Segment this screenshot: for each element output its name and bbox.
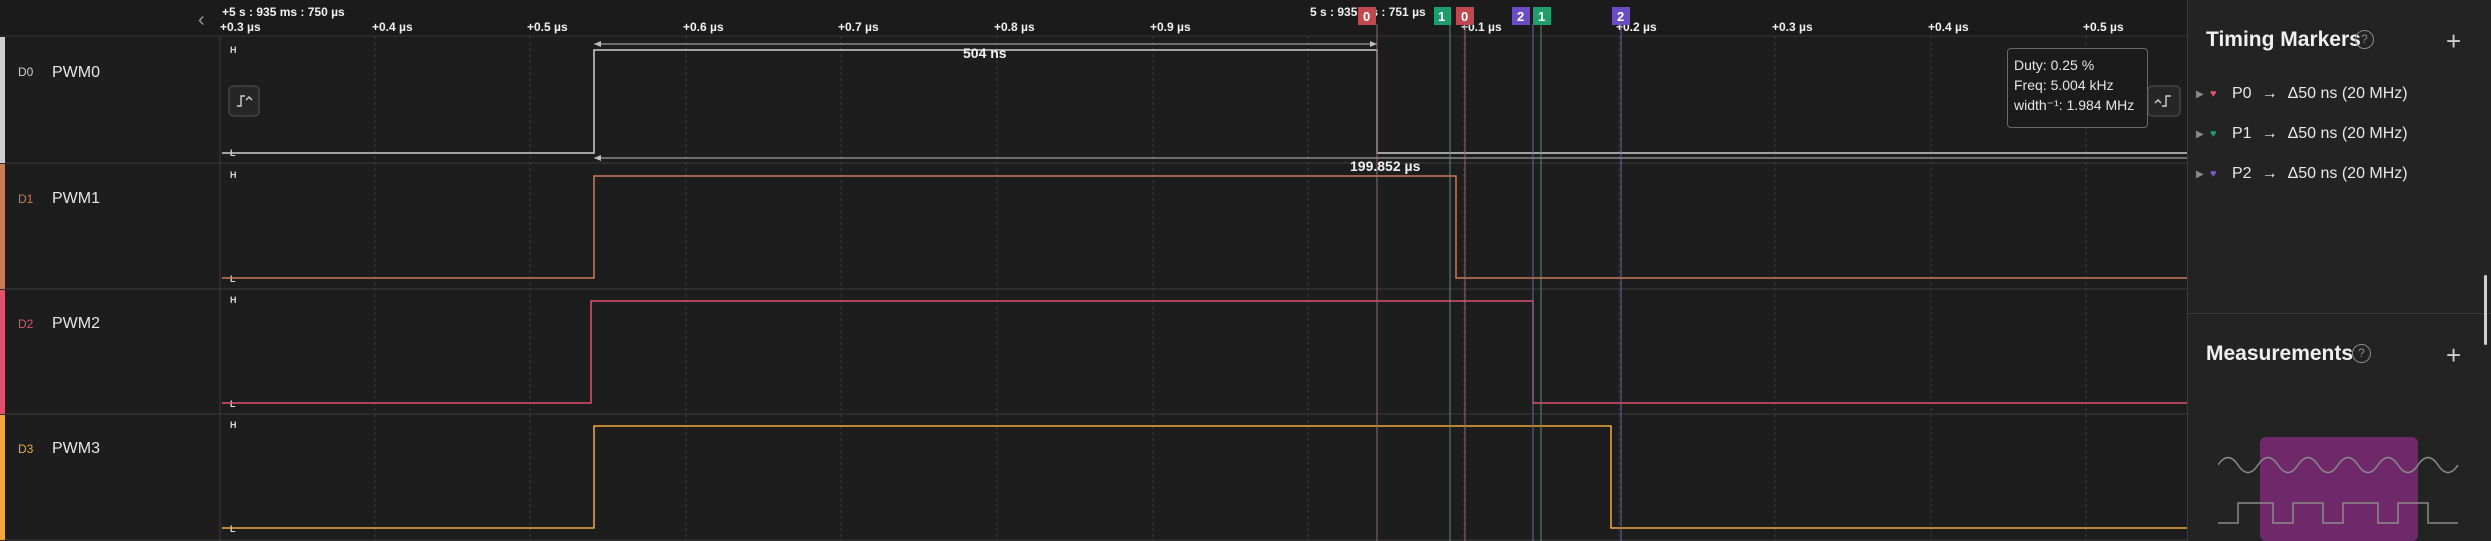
waveform-view[interactable]: ‹ +5 s : 935 ms : 750 µs 5 s : 935 ms : … (0, 0, 2187, 541)
marker-flag-label: 1 (1438, 9, 1445, 24)
timing-markers-title: Timing Markers (2206, 28, 2361, 51)
marker-flag-p0-start[interactable]: 0 (1358, 7, 1376, 25)
channel-color-strip (0, 37, 5, 163)
measurement-illustration (2218, 437, 2459, 541)
marker-flag-p1-end[interactable]: 1 (1533, 7, 1551, 25)
marker-flag-label: 0 (1461, 9, 1468, 24)
timing-marker-value: Δ50 ns (20 MHz) (2287, 165, 2408, 182)
tick-label: +0.7 µs (838, 20, 879, 34)
heart-icon: ♥ (2210, 88, 2217, 100)
logic-analyzer-app: ‹ +5 s : 935 ms : 750 µs 5 s : 935 ms : … (0, 0, 2491, 541)
panel-divider (2188, 313, 2491, 314)
marker-flag-label: 1 (1538, 9, 1545, 24)
measurements-help-icon[interactable]: ? (2352, 344, 2371, 363)
tick-label: +0.5 µs (527, 20, 568, 34)
channel-index: D2 (18, 317, 34, 331)
high-label: H (230, 45, 237, 55)
chevron-right-icon[interactable]: ▶ (2196, 169, 2210, 180)
left-timestamp: +5 s : 935 ms : 750 µs (222, 5, 345, 19)
channel-name: PWM2 (52, 315, 100, 332)
next-edge-button[interactable] (2147, 85, 2181, 117)
marker-flag-p0-end[interactable]: 0 (1456, 7, 1474, 25)
marker-flag-label: 2 (1517, 9, 1524, 24)
channel-label-d0[interactable]: D0 PWM0 (18, 64, 100, 81)
measurements-title: Measurements (2206, 342, 2354, 365)
marker-flag-p2-end[interactable]: 2 (1612, 7, 1630, 25)
measurement-tooltip: Duty: 0.25 % Freq: 5.004 kHz width⁻¹: 1.… (2007, 48, 2148, 128)
tick-label: +0.9 µs (1150, 20, 1191, 34)
tick-label: +0.8 µs (994, 20, 1035, 34)
channel-index: D1 (18, 192, 34, 206)
high-label: H (230, 295, 237, 305)
add-measurement-button[interactable]: + (2446, 342, 2461, 368)
channel-index: D0 (18, 65, 34, 79)
marker-flag-label: 0 (1363, 9, 1370, 24)
marker-flag-p2-start[interactable]: 2 (1512, 7, 1530, 25)
timing-marker-name: P1 (2232, 125, 2252, 142)
channel-color-strip (0, 164, 5, 289)
chevron-right-icon[interactable]: ▶ (2196, 129, 2210, 140)
arrow-right-icon: → (2261, 85, 2278, 102)
channel-index: D3 (18, 442, 34, 456)
tick-label: +0.6 µs (683, 20, 724, 34)
low-label: L (230, 274, 236, 284)
high-label: H (230, 170, 237, 180)
high-label: H (230, 420, 237, 430)
timing-marker-row-p1[interactable]: ▶ ♥ P1 → Δ50 ns (20 MHz) (2196, 123, 2408, 145)
duty-text: Duty: 0.25 % (2014, 57, 2095, 73)
marker-flag-p1-start[interactable]: 1 (1434, 7, 1451, 25)
timing-marker-value: Δ50 ns (20 MHz) (2287, 125, 2408, 142)
timing-marker-name: P0 (2232, 85, 2252, 102)
collapse-chevron-icon[interactable]: ‹ (198, 9, 205, 31)
pulse-width-label: 504 ns (963, 45, 1007, 61)
illustration-highlight (2260, 437, 2418, 541)
tick-label: +0.3 µs (1772, 20, 1813, 34)
channel-name: PWM0 (52, 64, 100, 81)
marker-flag-label: 2 (1617, 9, 1624, 24)
panel-scrollbar[interactable] (2484, 275, 2487, 345)
tick-label: +0.5 µs (2083, 20, 2124, 34)
channel-name: PWM1 (52, 190, 100, 207)
prev-edge-button[interactable] (228, 85, 260, 117)
arrow-right-icon: → (2261, 165, 2278, 182)
channel-label-d1[interactable]: D1 PWM1 (18, 190, 100, 207)
timing-marker-value: Δ50 ns (20 MHz) (2287, 85, 2408, 102)
tick-label: +0.4 µs (1928, 20, 1969, 34)
chevron-right-icon[interactable]: ▶ (2196, 89, 2210, 100)
freq-text: Freq: 5.004 kHz (2014, 77, 2114, 93)
timing-marker-name: P2 (2232, 165, 2252, 182)
low-label: L (230, 399, 236, 409)
channel-label-d2[interactable]: D2 PWM2 (18, 315, 100, 332)
tick-label: +0.4 µs (372, 20, 413, 34)
timing-marker-row-p2[interactable]: ▶ ♥ P2 → Δ50 ns (20 MHz) (2196, 163, 2408, 185)
width-text: width⁻¹: 1.984 MHz (2014, 97, 2135, 113)
channel-color-strip (0, 415, 5, 540)
channel-color-strip (0, 290, 5, 414)
channel-name: PWM3 (52, 440, 100, 457)
period-label: 199.852 µs (1350, 158, 1421, 174)
tick-label: +0.3 µs (220, 20, 261, 34)
waveform-background (0, 0, 2187, 541)
heart-icon: ♥ (2210, 168, 2217, 180)
channel-label-d3[interactable]: D3 PWM3 (18, 440, 100, 457)
add-timing-marker-button[interactable]: + (2446, 28, 2461, 54)
side-panel: Timing Markers ? + ▶ ♥ P0 → Δ50 ns (20 M… (2187, 0, 2491, 541)
arrow-right-icon: → (2261, 125, 2278, 142)
heart-icon: ♥ (2210, 128, 2217, 140)
timing-markers-help-icon[interactable]: ? (2355, 30, 2374, 49)
low-label: L (230, 524, 236, 534)
timing-marker-row-p0[interactable]: ▶ ♥ P0 → Δ50 ns (20 MHz) (2196, 83, 2408, 105)
